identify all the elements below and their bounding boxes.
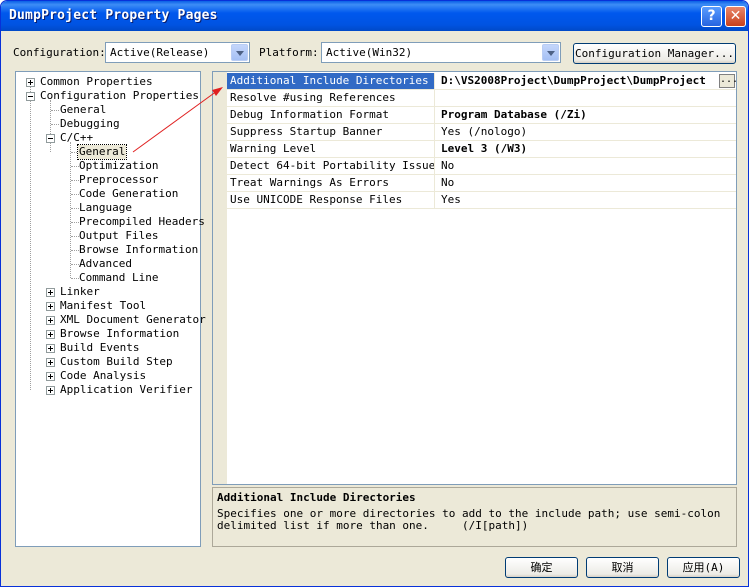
tree-connector (50, 100, 51, 152)
collapse-minus-icon[interactable] (46, 134, 55, 143)
window-title: DumpProject Property Pages (9, 8, 218, 23)
property-value[interactable] (439, 90, 736, 106)
tree-item-precompiled-headers[interactable]: Precompiled Headers (79, 215, 205, 229)
property-value[interactable]: No (439, 158, 736, 174)
property-name: Treat Warnings As Errors (227, 175, 435, 191)
tree-item-general[interactable]: General (60, 103, 106, 117)
platform-dropdown[interactable]: Active(Win32) (321, 42, 561, 63)
chevron-down-icon[interactable] (231, 44, 248, 61)
expand-plus-icon[interactable] (46, 344, 55, 353)
property-name: Warning Level (227, 141, 435, 157)
expand-plus-icon[interactable] (46, 316, 55, 325)
property-value[interactable]: Yes (439, 192, 736, 208)
grid-row-debug-information-format[interactable]: Debug Information Format Program Databas… (227, 107, 736, 124)
property-name: Resolve #using References (227, 90, 435, 106)
tree-item-debugging[interactable]: Debugging (60, 117, 120, 131)
tree-item-command-line[interactable]: Command Line (79, 271, 158, 285)
expand-plus-icon[interactable] (46, 302, 55, 311)
expand-plus-icon[interactable] (46, 330, 55, 339)
property-name: Additional Include Directories (227, 73, 435, 89)
property-tree[interactable]: Common Properties Configuration Properti… (15, 71, 206, 547)
expand-plus-icon[interactable] (46, 372, 55, 381)
property-name: Suppress Startup Banner (227, 124, 435, 140)
property-value[interactable]: No (439, 175, 736, 191)
property-name: Use UNICODE Response Files (227, 192, 435, 208)
tree-item-preprocessor[interactable]: Preprocessor (79, 173, 158, 187)
grid-row-detect-64bit-portability[interactable]: Detect 64-bit Portability Issues No (227, 158, 736, 175)
platform-label: Platform: (259, 46, 319, 59)
property-grid[interactable]: Additional Include Directories D:\VS2008… (212, 71, 738, 485)
description-text: Specifies one or more directories to add… (217, 507, 721, 532)
configuration-value: Active(Release) (110, 46, 210, 59)
help-button[interactable]: ? (701, 6, 722, 27)
cancel-button[interactable]: 取消 (586, 557, 659, 578)
expand-plus-icon[interactable] (46, 386, 55, 395)
property-pages-window: DumpProject Property Pages ? ✕ Configura… (0, 0, 749, 587)
platform-value: Active(Win32) (326, 46, 413, 59)
tree-item-optimization[interactable]: Optimization (79, 159, 158, 173)
grid-row-additional-include-directories[interactable]: Additional Include Directories D:\VS2008… (227, 73, 738, 90)
configuration-dropdown[interactable]: Active(Release) (105, 42, 250, 63)
grid-gutter (213, 72, 227, 484)
configuration-manager-button[interactable]: Configuration Manager... (573, 43, 736, 64)
tree-item-advanced[interactable]: Advanced (79, 257, 132, 271)
apply-button[interactable]: 应用(A) (667, 557, 740, 578)
grid-row-warning-level[interactable]: Warning Level Level 3 (/W3) (227, 141, 736, 158)
property-value[interactable]: Yes (/nologo) (439, 124, 736, 140)
expand-plus-icon[interactable] (46, 358, 55, 367)
expand-plus-icon[interactable] (46, 288, 55, 297)
tree-item-language[interactable]: Language (79, 201, 132, 215)
chevron-down-icon[interactable] (542, 44, 559, 61)
ok-button[interactable]: 确定 (505, 557, 578, 578)
browse-ellipsis-button[interactable]: ... (719, 74, 738, 88)
tree-item-browse-information[interactable]: Browse Information (79, 243, 198, 257)
close-button[interactable]: ✕ (725, 6, 746, 27)
grid-row-use-unicode-response-files[interactable]: Use UNICODE Response Files Yes (227, 192, 736, 209)
property-value[interactable]: Program Database (/Zi) (439, 107, 736, 123)
property-name: Detect 64-bit Portability Issues (227, 158, 435, 174)
property-value-input[interactable]: D:\VS2008Project\DumpProject\DumpProject (439, 73, 717, 89)
tree-connector (70, 142, 71, 278)
expand-plus-icon[interactable] (26, 78, 35, 87)
tree-item-code-generation[interactable]: Code Generation (79, 187, 178, 201)
configuration-label: Configuration: (13, 46, 106, 59)
grid-row-resolve-using-references[interactable]: Resolve #using References (227, 90, 736, 107)
collapse-minus-icon[interactable] (26, 92, 35, 101)
description-panel: Additional Include Directories Specifies… (212, 487, 737, 547)
tree-item-output-files[interactable]: Output Files (79, 229, 158, 243)
grid-row-treat-warnings-as-errors[interactable]: Treat Warnings As Errors No (227, 175, 736, 192)
grid-row-suppress-startup-banner[interactable]: Suppress Startup Banner Yes (/nologo) (227, 124, 736, 141)
property-name: Debug Information Format (227, 107, 435, 123)
title-bar[interactable]: DumpProject Property Pages ? ✕ (1, 1, 748, 31)
description-title: Additional Include Directories (217, 491, 416, 504)
tree-connector (30, 86, 31, 390)
tree-item-cpp-general[interactable]: General (76, 144, 128, 160)
property-value[interactable]: Level 3 (/W3) (439, 141, 736, 157)
